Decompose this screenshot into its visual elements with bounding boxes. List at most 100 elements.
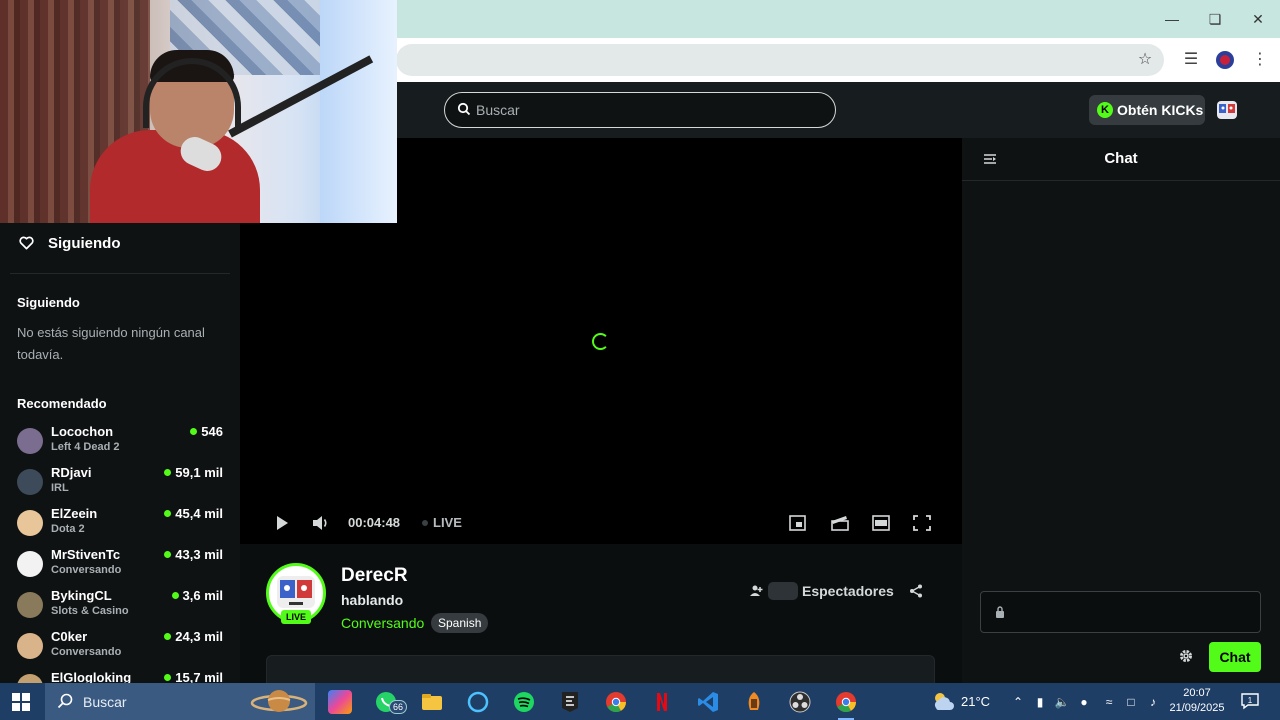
taskbar-search[interactable]: Buscar: [45, 683, 315, 720]
live-dot-icon: [422, 520, 428, 526]
channel-avatar: [17, 674, 43, 683]
wifi-icon[interactable]: ≈: [1101, 694, 1117, 710]
recommended-channel[interactable]: ElGlogloking 15,7 mil: [0, 669, 240, 683]
left-sidebar: Siguiendo Siguiendo No estás siguiendo n…: [0, 223, 240, 683]
viewer-count-value: 45,4 mil: [175, 506, 223, 521]
get-kicks-button[interactable]: K Obtén KICKs: [1089, 95, 1205, 125]
chevron-up-icon[interactable]: ⌃: [1010, 694, 1026, 710]
elapsed-time: 00:04:48: [348, 515, 401, 530]
screen: — ❏ ✕ ☆ ☰ ⋮ Buscar K Obtén KICKs Siguien…: [0, 0, 1280, 720]
following-empty-message: No estás siguiendo ningún canal todavía.: [17, 325, 205, 362]
chrome-active-window-icon[interactable]: [834, 690, 858, 720]
clip-icon[interactable]: [830, 515, 850, 531]
channel-name-title[interactable]: DerecR: [341, 565, 408, 587]
channel-name: ElGlogloking: [51, 670, 132, 683]
search-icon: [457, 102, 471, 116]
viewer-count-value: 59,1 mil: [175, 465, 223, 480]
channel-avatar: [17, 633, 43, 659]
get-kicks-label: Obtén KICKs: [1117, 102, 1204, 118]
cortana-icon[interactable]: [466, 690, 490, 714]
address-bar[interactable]: [396, 44, 1164, 76]
live-dot-icon: [171, 592, 179, 599]
channel-name: MrStivenTc: [51, 547, 121, 562]
weather-cloud-icon[interactable]: [930, 690, 956, 712]
recommended-channel[interactable]: BykingCL Slots & Casino 3,6 mil: [0, 587, 240, 627]
restore-icon[interactable]: ❏: [1201, 9, 1229, 29]
loading-spinner-icon: [592, 333, 609, 350]
volume-icon[interactable]: ♪: [1145, 694, 1161, 710]
channel-category: Slots & Casino: [51, 605, 129, 617]
spotify-app-icon[interactable]: [512, 690, 536, 714]
notification-count: 1: [1248, 696, 1253, 705]
mini-player-icon[interactable]: [788, 515, 808, 531]
following-heading: Siguiendo: [48, 235, 121, 252]
viewer-count: 59,1 mil: [164, 465, 223, 480]
viewers-label: Espectadores: [802, 583, 894, 599]
recommended-channel[interactable]: MrStivenTc Conversando 43,3 mil: [0, 546, 240, 586]
share-icon[interactable]: [909, 584, 923, 598]
bookmark-star-icon[interactable]: ☆: [1135, 50, 1155, 70]
stream-title: hablando: [341, 592, 404, 608]
chat-send-button[interactable]: Chat: [1209, 642, 1261, 672]
theater-mode-icon[interactable]: [871, 515, 891, 531]
channel-avatar: [17, 551, 43, 577]
profile-avatar-icon[interactable]: [1215, 50, 1235, 70]
minimize-icon[interactable]: —: [1158, 9, 1186, 29]
copilot-app-icon[interactable]: [328, 690, 352, 714]
channel-avatar: [17, 510, 43, 536]
chat-title: Chat: [1104, 150, 1138, 167]
close-icon[interactable]: ✕: [1244, 9, 1272, 29]
vscode-app-icon[interactable]: [696, 690, 720, 714]
notifications-icon[interactable]: 1: [1240, 692, 1260, 710]
viewer-count: 15,7 mil: [164, 670, 223, 683]
gear-icon[interactable]: [1179, 649, 1193, 663]
recommended-channel[interactable]: Locochon Left 4 Dead 2 546: [0, 423, 240, 463]
recommended-channel[interactable]: ElZeein Dota 2 45,4 mil: [0, 505, 240, 545]
channel-category: Conversando: [51, 564, 122, 576]
fl-studio-icon[interactable]: [742, 690, 766, 714]
search-placeholder: Buscar: [476, 102, 520, 118]
viewer-count: 24,3 mil: [164, 629, 223, 644]
battery-icon[interactable]: ▮: [1032, 694, 1048, 710]
live-dot-icon: [190, 428, 198, 435]
windows-start-icon[interactable]: [12, 693, 30, 711]
following-nav-item[interactable]: Siguiendo: [0, 223, 240, 273]
netflix-app-icon[interactable]: [650, 690, 674, 714]
about-panel: [266, 655, 935, 683]
viewer-count: 45,4 mil: [164, 506, 223, 521]
users-icon: [750, 585, 763, 596]
channel-name: RDjavi: [51, 465, 92, 480]
chrome-app-icon[interactable]: [604, 690, 628, 714]
channel-avatar: [17, 469, 43, 495]
language-tag[interactable]: Spanish: [431, 613, 489, 633]
obs-app-icon[interactable]: [788, 690, 812, 714]
viewer-count-value: 546: [201, 424, 223, 439]
channel-category: IRL: [51, 482, 69, 494]
windows-taskbar: Buscar 66 21°C ⌃ ▮ 🔈 ● ≈ □ ♪ 20:07 21/09…: [0, 683, 1280, 720]
fullscreen-icon[interactable]: [912, 515, 932, 531]
browser-menu-icon[interactable]: ⋮: [1250, 50, 1270, 70]
play-icon[interactable]: [272, 515, 292, 531]
live-dot-icon: [164, 510, 172, 517]
viewer-count: 546: [190, 424, 223, 439]
speaker-icon[interactable]: 🔈: [1054, 694, 1070, 710]
recommended-channel[interactable]: RDjavi IRL 59,1 mil: [0, 464, 240, 504]
sidebar-divider: [10, 273, 230, 274]
network-icon[interactable]: □: [1123, 694, 1139, 710]
stream-category-link[interactable]: Conversando: [341, 615, 424, 631]
microphone-icon[interactable]: ●: [1076, 694, 1092, 710]
media-queue-icon[interactable]: ☰: [1181, 50, 1201, 70]
viewer-count: 3,6 mil: [171, 588, 223, 603]
system-clock[interactable]: 20:07 21/09/2025: [1168, 686, 1226, 716]
taskbar-search-label: Buscar: [83, 694, 127, 710]
channel-category: Left 4 Dead 2: [51, 441, 120, 453]
volume-icon[interactable]: [311, 515, 331, 531]
search-input[interactable]: Buscar: [444, 92, 836, 128]
file-explorer-icon[interactable]: [420, 690, 444, 714]
epic-games-icon[interactable]: [558, 690, 582, 714]
chat-message-input[interactable]: [980, 591, 1261, 633]
recommended-section-title: Recomendado: [17, 396, 107, 411]
viewer-count-value: 3,6 mil: [182, 588, 223, 603]
user-avatar-icon[interactable]: [1215, 98, 1239, 122]
recommended-channel[interactable]: C0ker Conversando 24,3 mil: [0, 628, 240, 668]
